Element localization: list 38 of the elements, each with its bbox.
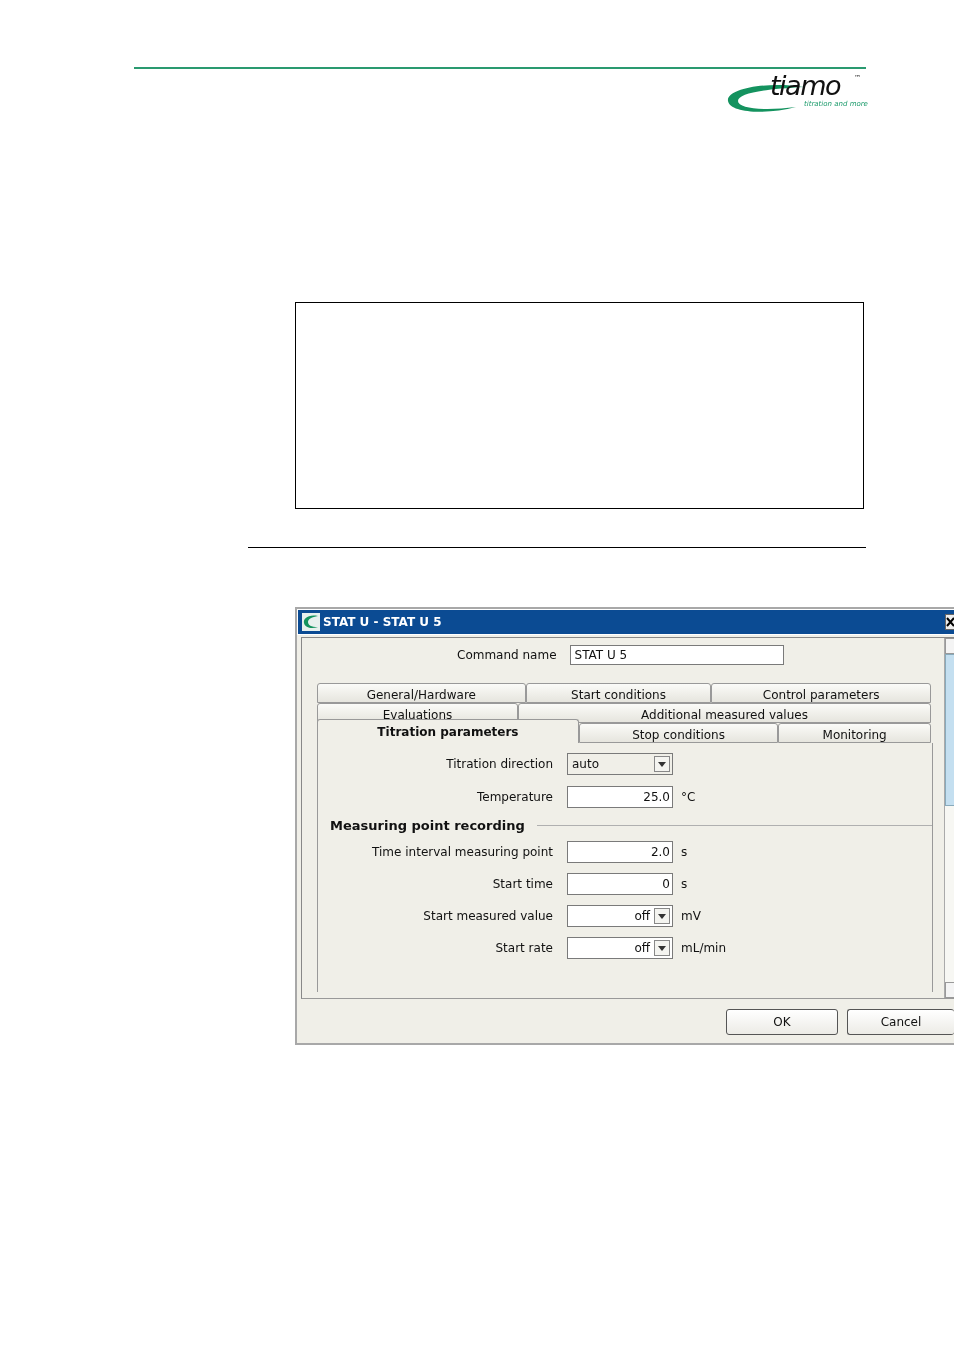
tab[interactable]: Additional measured values	[518, 703, 931, 723]
tab[interactable]: Stop conditions	[578, 723, 779, 743]
tab[interactable]: General/Hardware	[317, 683, 526, 703]
field-label: Titration direction	[445, 757, 554, 771]
command-name-field[interactable]: STAT U 5	[569, 645, 784, 665]
number-field[interactable]: 0	[567, 873, 673, 895]
number-field[interactable]: 25.0	[567, 786, 673, 808]
logo-wordmark: tiamo	[770, 71, 840, 101]
unit-label: s	[681, 845, 688, 859]
scrollbar[interactable]	[944, 638, 954, 998]
app-icon	[302, 613, 320, 631]
dropdown-field[interactable]: off	[567, 937, 673, 959]
tab[interactable]: Start conditions	[525, 683, 712, 703]
number-field[interactable]: 2.0	[567, 841, 673, 863]
titration-direction-dropdown[interactable]: auto	[567, 753, 673, 775]
field-label: Start time	[491, 877, 554, 891]
unit-label: mL/min	[681, 941, 727, 955]
dropdown-caret-icon[interactable]	[654, 908, 670, 924]
field-label: Command name	[457, 648, 557, 662]
field-label: Start rate	[494, 941, 554, 955]
dropdown-caret-icon[interactable]	[654, 756, 670, 772]
close-icon	[946, 617, 954, 627]
unit-label: s	[681, 877, 688, 891]
close-button[interactable]	[945, 614, 954, 630]
dropdown-caret-icon[interactable]	[654, 940, 670, 956]
tab[interactable]: Titration parameters	[317, 719, 579, 743]
field-label: Temperature	[476, 790, 554, 804]
field-label: Start measured value	[422, 909, 554, 923]
dropdown-field[interactable]: off	[567, 905, 673, 927]
window-title: STAT U - STAT U 5	[323, 615, 443, 629]
tab[interactable]: Control parameters	[711, 683, 931, 703]
unit-label: °C	[681, 790, 696, 804]
unit-label: mV	[681, 909, 701, 923]
dialog-button[interactable]: Cancel	[847, 1009, 954, 1035]
tab[interactable]: Monitoring	[778, 723, 931, 743]
field-label: Time interval measuring point	[371, 845, 554, 859]
dialog-button[interactable]: OK	[726, 1009, 838, 1035]
section-heading: Measuring point recording	[330, 818, 525, 833]
